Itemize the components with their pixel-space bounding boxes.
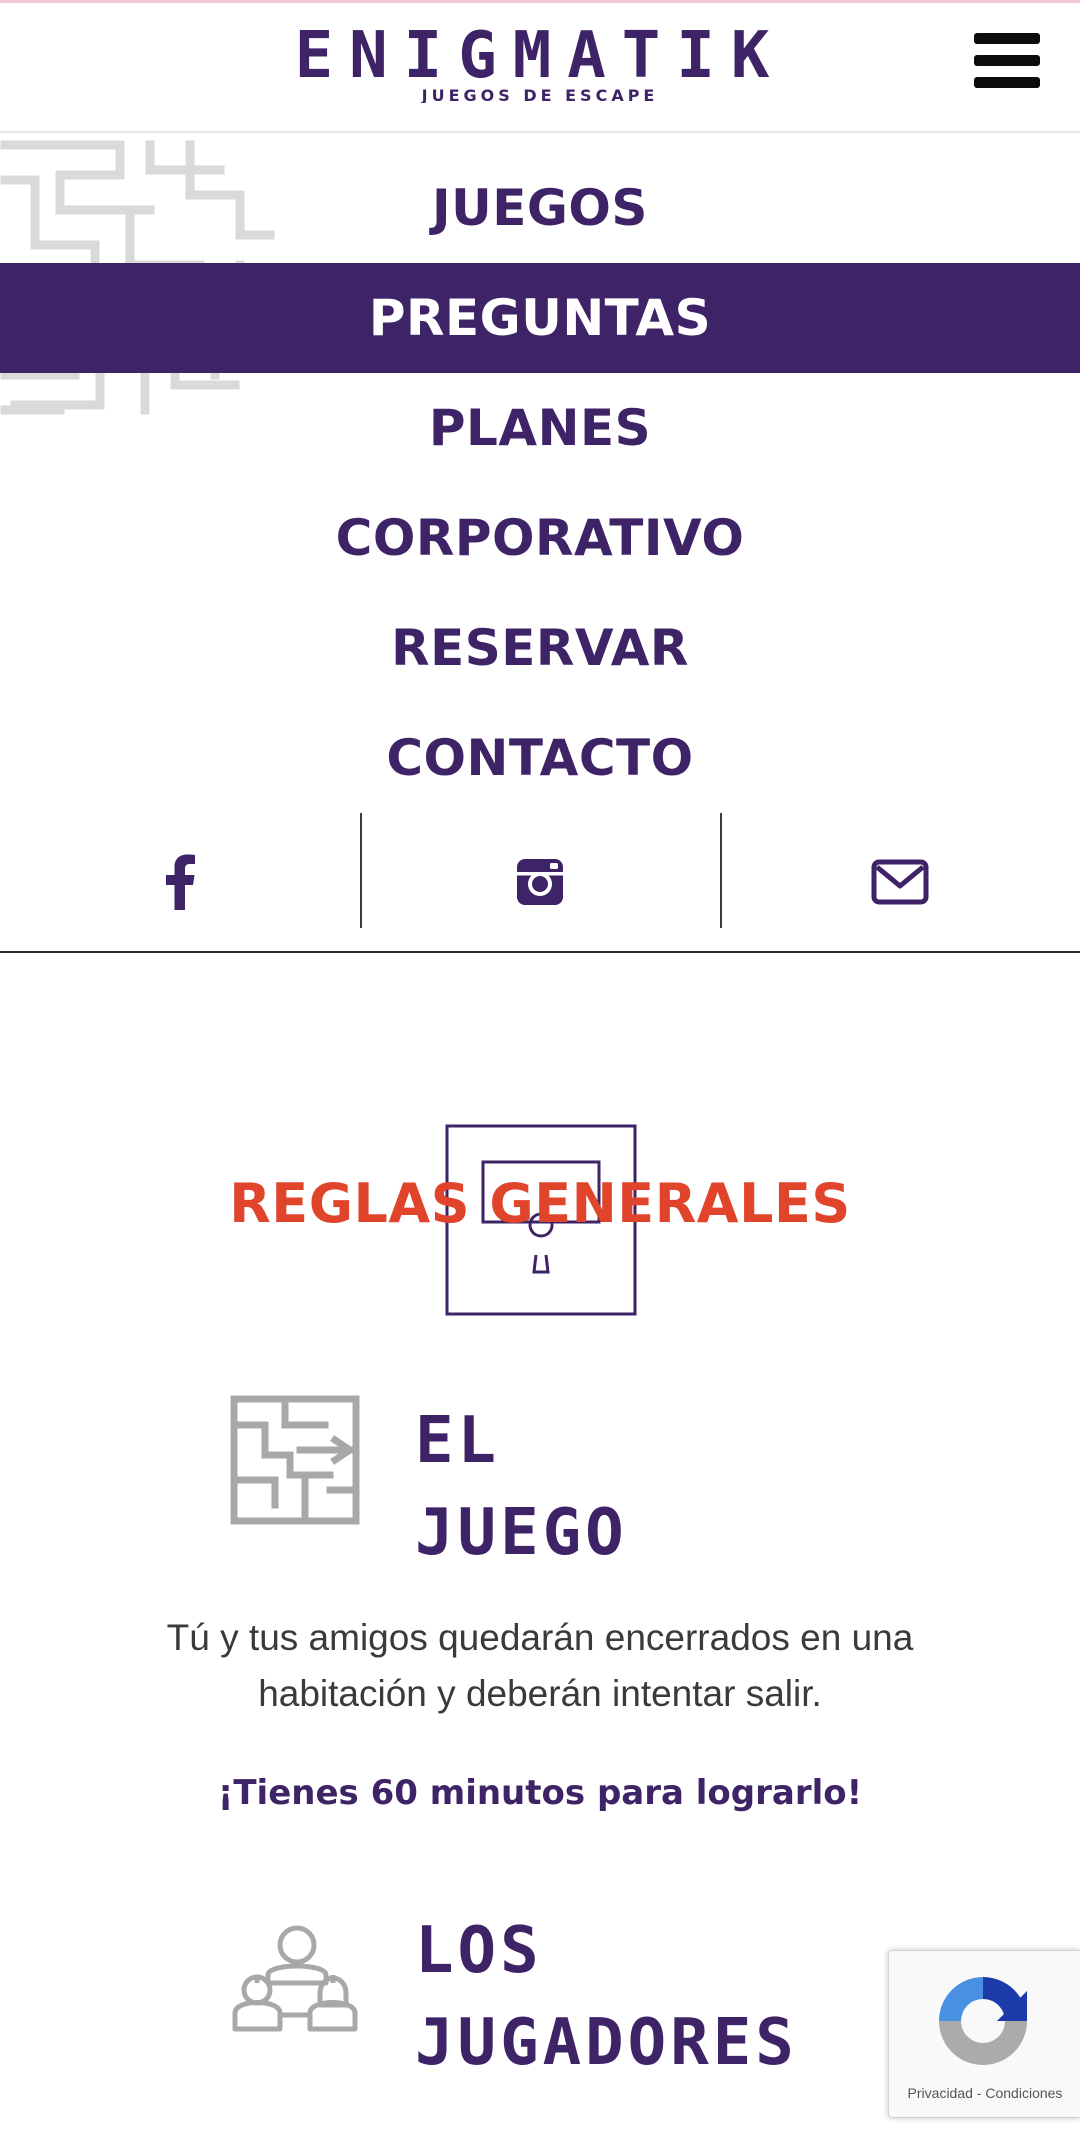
logo-wordmark: ENIGMATIK: [295, 25, 786, 93]
game-description: Tú y tus amigos quedarán encerrados en u…: [166, 1617, 914, 1714]
players-icon: [232, 1925, 358, 2032]
instagram-icon: [517, 859, 563, 905]
menu-item-reservar[interactable]: RESERVAR: [0, 593, 1080, 703]
facebook-icon: [166, 854, 195, 910]
menu-item-planes[interactable]: PLANES: [0, 373, 1080, 483]
hamburger-bar: [974, 33, 1040, 44]
players-title: LOS JUGADORES: [415, 1905, 798, 2089]
envelope-icon: [871, 859, 929, 905]
players-section-header: LOS JUGADORES: [230, 1905, 930, 2085]
maze-icon: [230, 1395, 360, 1525]
game-title-line2: JUEGO: [415, 1496, 628, 1570]
menu-item-contacto[interactable]: CONTACTO: [0, 703, 1080, 813]
menu-item-juegos[interactable]: JUEGOS: [0, 153, 1080, 263]
hamburger-icon[interactable]: [974, 33, 1040, 89]
rules-title: REGLAS GENERALES: [229, 1172, 851, 1235]
game-title: EL JUEGO: [415, 1395, 628, 1579]
game-title-line1: EL: [415, 1404, 501, 1478]
site-header: ENIGMATIK JUEGOS DE ESCAPE: [0, 3, 1080, 133]
facebook-link[interactable]: [0, 813, 360, 951]
logo-graphic: ENIGMATIK JUEGOS DE ESCAPE: [295, 25, 786, 103]
site-logo[interactable]: ENIGMATIK JUEGOS DE ESCAPE: [0, 25, 1080, 107]
recaptcha-terms-link[interactable]: Condiciones: [985, 2085, 1062, 2101]
social-links: [0, 813, 1080, 953]
recaptcha-privacy-link[interactable]: Privacidad: [908, 2085, 973, 2101]
recaptcha-icon: [939, 1977, 1027, 2065]
email-link[interactable]: [720, 813, 1080, 951]
logo-subtitle: JUEGOS DE ESCAPE: [421, 86, 659, 103]
rules-section: REGLAS GENERALES: [0, 1120, 1080, 1316]
game-tagline: ¡Tienes 60 minutos para lograrlo!: [217, 1773, 863, 1813]
recaptcha-separator: -: [976, 2085, 982, 2101]
players-title-line1: LOS: [415, 1914, 543, 1988]
instagram-link[interactable]: [360, 813, 720, 951]
hamburger-bar: [974, 77, 1040, 88]
menu-item-corporativo[interactable]: CORPORATIVO: [0, 483, 1080, 593]
players-title-line2: JUGADORES: [415, 2006, 798, 2080]
main-menu: JUEGOS PREGUNTAS PLANES CORPORATIVO RESE…: [0, 153, 1080, 813]
recaptcha-links: Privacidad - Condiciones: [889, 2085, 1080, 2101]
hamburger-bar: [974, 55, 1040, 66]
game-section-header: EL JUEGO: [230, 1395, 930, 1575]
recaptcha-badge[interactable]: Privacidad - Condiciones: [888, 1950, 1080, 2118]
menu-item-preguntas[interactable]: PREGUNTAS: [0, 263, 1080, 373]
